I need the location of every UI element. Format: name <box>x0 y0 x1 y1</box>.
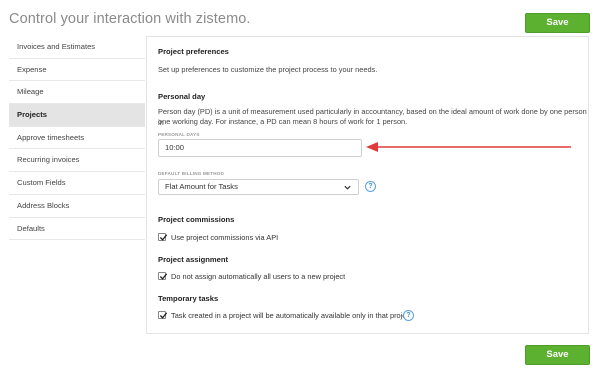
save-changes-button-top[interactable]: Save Changes <box>525 13 590 46</box>
billing-method-label: DEFAULT BILLING METHOD <box>158 171 225 176</box>
project-preferences-title: Project preferences <box>158 47 229 56</box>
sidebar-item-approve-timesheets[interactable]: Approve timesheets <box>9 126 145 150</box>
sidebar-item-custom-fields[interactable]: Custom Fields <box>9 172 145 195</box>
assignment-checkbox-row: Do not assign automatically all users to… <box>158 271 345 281</box>
commissions-checkbox-label: Use project commissions via API <box>171 232 279 242</box>
red-arrow-annotation-icon <box>366 142 571 152</box>
project-preferences-description: Set up preferences to customize the proj… <box>158 65 378 74</box>
temporary-help-icon[interactable]: ? <box>403 310 414 321</box>
commissions-checkbox-row: Use project commissions via API <box>158 232 278 242</box>
assignment-checkbox[interactable] <box>158 272 168 280</box>
billing-help-icon[interactable]: ? <box>365 181 376 192</box>
project-assignment-title: Project assignment <box>158 255 229 264</box>
temporary-checkbox[interactable] <box>158 311 168 319</box>
billing-method-value: Flat Amount for Tasks <box>165 182 238 191</box>
temporary-tasks-title: Temporary tasks <box>158 294 219 303</box>
sidebar-item-invoices-estimates[interactable]: Invoices and Estimates <box>9 36 145 59</box>
sidebar-item-address-blocks[interactable]: Address Blocks <box>9 194 145 218</box>
personal-day-title: Personal day <box>158 92 206 101</box>
commissions-checkbox[interactable] <box>158 233 168 241</box>
sidebar-item-mileage[interactable]: Mileage <box>9 81 145 105</box>
checkmark-icon <box>159 312 168 319</box>
assignment-checkbox-label: Do not assign automatically all users to… <box>171 271 346 281</box>
chevron-down-icon <box>344 185 351 190</box>
personal-day-description-line-2: one working day. For instance, a PD can … <box>158 117 408 126</box>
page-title: Control your interaction with zistemo. <box>9 11 251 27</box>
sidebar-item-recurring-invoices[interactable]: Recurring invoices <box>9 149 145 173</box>
personal-days-input[interactable]: 10:00 <box>158 139 362 157</box>
project-settings-panel: Project preferences Set up preferences t… <box>146 36 589 334</box>
project-commissions-title: Project commissions <box>158 215 235 224</box>
temporary-checkbox-row: Task created in a project will be automa… <box>158 310 412 320</box>
sidebar-item-defaults[interactable]: Defaults <box>9 217 145 241</box>
sidebar-item-expense[interactable]: Expense <box>9 58 145 82</box>
sidebar-item-projects[interactable]: Projects <box>9 104 145 127</box>
temporary-checkbox-label: Task created in a project will be automa… <box>171 310 413 320</box>
checkmark-icon <box>159 273 168 280</box>
save-changes-button-bottom[interactable]: Save Changes <box>525 345 590 374</box>
settings-sidebar: Invoices and Estimates Expense Mileage P… <box>9 36 145 241</box>
personal-days-label: PERSONAL DAYS <box>158 132 200 137</box>
checkmark-icon <box>159 234 168 241</box>
billing-method-select[interactable]: Flat Amount for Tasks <box>158 179 359 195</box>
